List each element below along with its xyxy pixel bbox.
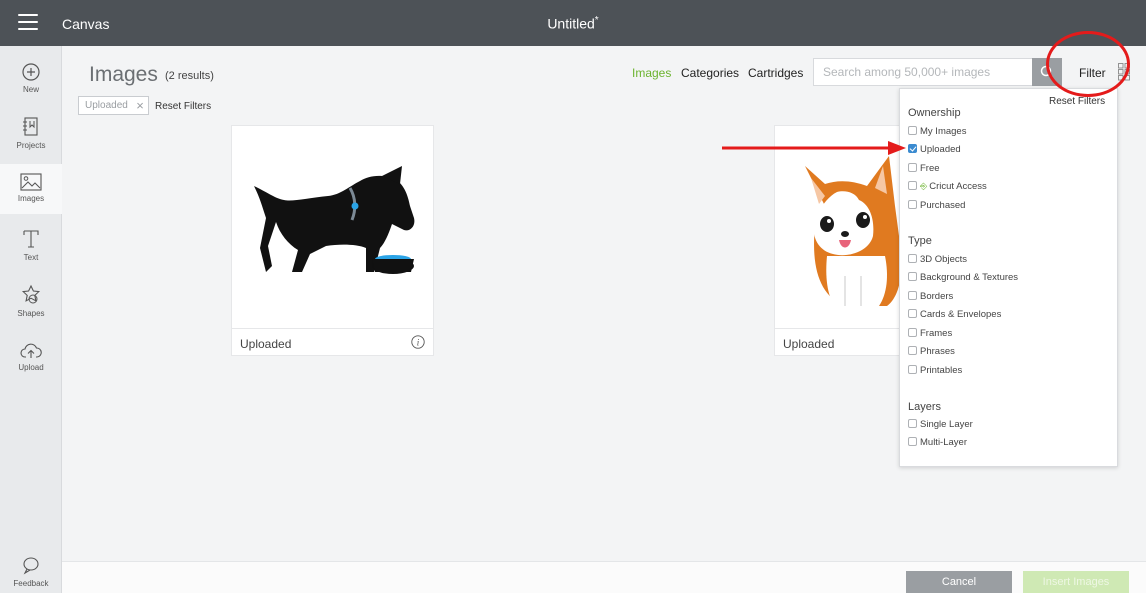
results-count: (2 results) bbox=[165, 70, 214, 82]
checkbox[interactable] bbox=[908, 346, 917, 355]
text-icon bbox=[23, 230, 39, 248]
option-label: Background & Textures bbox=[920, 272, 1019, 283]
option-label: Free bbox=[920, 163, 940, 174]
filter-chip-label: Uploaded bbox=[85, 100, 128, 111]
sidebar-item-feedback[interactable]: Feedback bbox=[0, 556, 62, 588]
sidebar-item-label: Text bbox=[23, 253, 39, 262]
reset-filters-link[interactable]: Reset Filters bbox=[155, 101, 211, 112]
lock-icon: ⎆ bbox=[920, 181, 928, 191]
plus-circle-icon bbox=[22, 63, 40, 81]
sidebar-item-upload[interactable]: Upload bbox=[0, 342, 62, 372]
filter-option-phrases[interactable]: Phrases bbox=[908, 346, 955, 358]
black-dog-image bbox=[254, 166, 415, 274]
left-sidebar: New Projects Images Text Shapes Upload F… bbox=[0, 46, 62, 593]
card-footer: Uploaded i bbox=[232, 328, 433, 356]
sidebar-item-new[interactable]: New bbox=[0, 62, 62, 94]
reset-filters-link[interactable]: Reset Filters bbox=[1049, 96, 1105, 107]
filter-option-purchased[interactable]: Purchased bbox=[908, 200, 965, 212]
sidebar-item-images[interactable]: Images bbox=[0, 164, 62, 214]
upload-cloud-icon bbox=[20, 343, 42, 358]
image-thumbnail[interactable] bbox=[232, 126, 433, 327]
image-icon bbox=[20, 173, 42, 191]
option-label: Multi-Layer bbox=[920, 437, 967, 448]
sidebar-item-projects[interactable]: Projects bbox=[0, 116, 62, 150]
filter-option-backgrounds[interactable]: Background & Textures bbox=[908, 272, 1018, 284]
checkbox[interactable] bbox=[908, 419, 917, 428]
tab-categories[interactable]: Categories bbox=[681, 66, 739, 80]
checkbox[interactable] bbox=[908, 309, 917, 318]
option-label: Printables bbox=[920, 365, 963, 376]
section-title-ownership: Ownership bbox=[908, 107, 961, 119]
filter-option-frames[interactable]: Frames bbox=[908, 328, 952, 340]
checkbox[interactable] bbox=[908, 437, 917, 446]
sidebar-item-label: Images bbox=[17, 194, 45, 203]
card-label: Uploaded bbox=[240, 337, 292, 351]
top-bar: Canvas Untitled* bbox=[0, 0, 1146, 46]
info-icon[interactable]: i bbox=[411, 335, 425, 349]
sidebar-item-label: Upload bbox=[18, 363, 44, 372]
option-label: My Images bbox=[920, 126, 967, 137]
filter-option-printables[interactable]: Printables bbox=[908, 365, 962, 377]
filter-option-cricut-access[interactable]: ⎆ Cricut Access bbox=[908, 181, 987, 193]
tab-cartridges[interactable]: Cartridges bbox=[748, 66, 803, 80]
sidebar-item-label: New bbox=[22, 85, 39, 94]
active-filter-chip: Uploaded × bbox=[78, 96, 149, 115]
filter-option-multi-layer[interactable]: Multi-Layer bbox=[908, 437, 967, 449]
checkbox[interactable] bbox=[908, 163, 917, 172]
filter-option-my-images[interactable]: My Images bbox=[908, 126, 966, 138]
section-title-type: Type bbox=[908, 235, 932, 247]
option-label: Cards & Envelopes bbox=[920, 309, 1002, 320]
checkbox[interactable] bbox=[908, 254, 917, 263]
section-title-layers: Layers bbox=[908, 401, 942, 413]
checkbox[interactable] bbox=[908, 291, 917, 300]
option-label: Uploaded bbox=[920, 144, 961, 155]
search-input[interactable] bbox=[813, 58, 1033, 86]
checkbox-checked[interactable] bbox=[908, 144, 917, 153]
sidebar-item-text[interactable]: Text bbox=[0, 228, 62, 262]
option-label: 3D Objects bbox=[920, 254, 967, 265]
image-card[interactable]: Uploaded i bbox=[231, 125, 434, 356]
filter-option-cards-envelopes[interactable]: Cards & Envelopes bbox=[908, 309, 1001, 321]
filter-option-3d-objects[interactable]: 3D Objects bbox=[908, 254, 967, 266]
filter-option-free[interactable]: Free bbox=[908, 163, 940, 175]
projects-icon bbox=[23, 117, 38, 136]
annotation-arrow-icon bbox=[722, 141, 906, 155]
option-label: Frames bbox=[920, 328, 953, 339]
filter-option-uploaded[interactable]: Uploaded bbox=[908, 144, 961, 156]
tab-images[interactable]: Images bbox=[632, 66, 671, 80]
speech-bubble-icon bbox=[23, 557, 39, 575]
document-title[interactable]: Untitled* bbox=[0, 15, 1146, 32]
filter-option-single-layer[interactable]: Single Layer bbox=[908, 419, 973, 431]
checkbox[interactable] bbox=[908, 126, 917, 135]
filter-dropdown: Reset Filters Ownership My Images Upload… bbox=[899, 88, 1118, 467]
sidebar-item-shapes[interactable]: Shapes bbox=[0, 284, 62, 318]
sidebar-item-label: Shapes bbox=[17, 309, 45, 318]
sidebar-item-label: Feedback bbox=[13, 579, 49, 588]
close-icon[interactable]: × bbox=[136, 97, 144, 114]
checkbox[interactable] bbox=[908, 365, 917, 374]
option-label: Cricut Access bbox=[929, 181, 987, 192]
option-label: Borders bbox=[920, 291, 954, 302]
document-title-text: Untitled bbox=[547, 15, 595, 32]
filter-option-borders[interactable]: Borders bbox=[908, 291, 953, 303]
card-label: Uploaded bbox=[783, 337, 835, 351]
sidebar-item-label: Projects bbox=[16, 141, 46, 150]
checkbox[interactable] bbox=[908, 328, 917, 337]
svg-text:i: i bbox=[417, 338, 420, 348]
cancel-button[interactable]: Cancel bbox=[906, 571, 1012, 593]
checkbox[interactable] bbox=[908, 181, 917, 190]
option-label: Single Layer bbox=[920, 419, 973, 430]
annotation-circle bbox=[1046, 31, 1130, 97]
insert-images-button[interactable]: Insert Images bbox=[1023, 571, 1129, 593]
unsaved-marker: * bbox=[594, 15, 599, 26]
shapes-icon bbox=[21, 284, 41, 304]
option-label: Purchased bbox=[920, 200, 966, 211]
option-label: Phrases bbox=[920, 346, 955, 357]
checkbox[interactable] bbox=[908, 272, 917, 281]
checkbox[interactable] bbox=[908, 200, 917, 209]
page-title: Images bbox=[89, 63, 158, 86]
